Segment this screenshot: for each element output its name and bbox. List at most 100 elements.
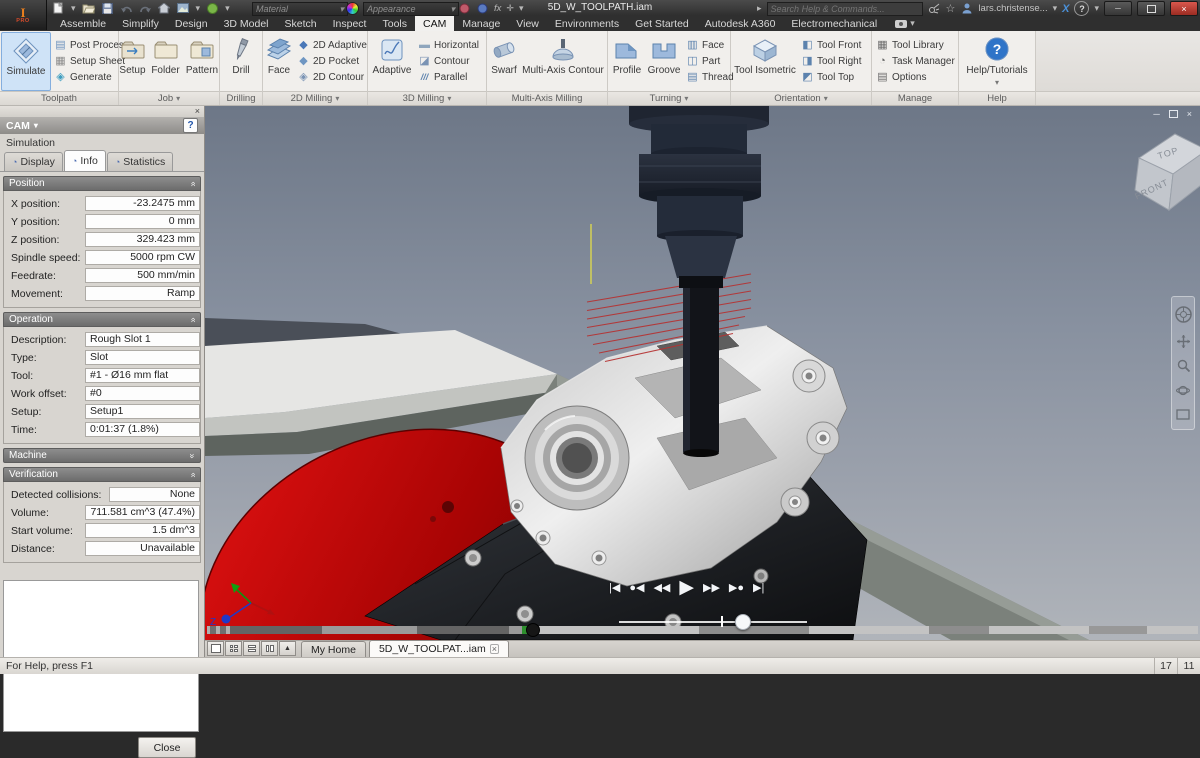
rewind-button[interactable]: ◀◀	[653, 578, 670, 598]
look-at-icon[interactable]	[1176, 409, 1190, 420]
panel-header[interactable]: CAM ▾ ?	[0, 117, 204, 134]
task-manager-button[interactable]: ◔Task Manager	[876, 55, 960, 68]
group-label-3d-milling[interactable]: 3D Milling▾	[368, 91, 486, 105]
open-file-icon[interactable]	[82, 2, 95, 14]
tab-3d-model[interactable]: 3D Model	[216, 16, 277, 31]
2d-adaptive-button[interactable]: ◆2D Adaptive	[297, 39, 367, 52]
simulate-button[interactable]: Simulate	[1, 32, 51, 91]
tab-cam[interactable]: CAM	[415, 16, 454, 31]
setup-sheet-button[interactable]: ▦Setup Sheet	[54, 55, 122, 68]
speed-slider-track[interactable]	[619, 621, 807, 623]
group-label-2d-milling[interactable]: 2D Milling▾	[263, 91, 367, 105]
2d-pocket-button[interactable]: ◆2D Pocket	[297, 55, 367, 68]
doc-close-icon[interactable]: ×	[1187, 109, 1192, 119]
exchange-apps-icon[interactable]: X	[1062, 3, 1069, 15]
render-icon[interactable]	[177, 2, 190, 14]
tab-assemble[interactable]: Assemble	[52, 16, 114, 31]
tool-top-button[interactable]: ◩Tool Top	[801, 71, 871, 84]
color-wheel-icon[interactable]	[346, 2, 359, 14]
panel-help-button[interactable]: ?	[183, 118, 198, 133]
group-label-multi-axis[interactable]: Multi-Axis Milling	[487, 91, 607, 105]
tile-horizontal-button[interactable]	[243, 641, 260, 656]
tab-design[interactable]: Design	[167, 16, 216, 31]
communication-center-icon[interactable]	[928, 3, 941, 15]
section-verification-header[interactable]: Verification »	[3, 467, 201, 482]
multi-axis-contour-button[interactable]: Multi-Axis Contour	[520, 32, 606, 91]
tab-get-started[interactable]: Get Started	[627, 16, 697, 31]
3d-viewport[interactable]: Z	[205, 106, 1200, 640]
tab-simplify[interactable]: Simplify	[114, 16, 167, 31]
tab-display[interactable]: ◔Display	[4, 152, 63, 171]
expander-icon[interactable]: ▸	[757, 3, 762, 14]
parameters-fx-icon[interactable]: fx	[494, 3, 501, 14]
zoom-icon[interactable]	[1177, 359, 1190, 372]
help-tutorials-button[interactable]: ? Help/Tutorials ▾	[961, 32, 1033, 91]
adaptive-3d-button[interactable]: Adaptive	[369, 32, 415, 91]
post-process-button[interactable]: ▤Post Process	[54, 39, 122, 52]
group-label-toolpath[interactable]: Toolpath	[0, 91, 118, 105]
tab-info[interactable]: ◔Info	[64, 150, 106, 171]
previous-operation-button[interactable]: ●◀	[629, 578, 644, 598]
timeline-handle[interactable]	[526, 623, 540, 637]
tab-tools[interactable]: Tools	[374, 16, 415, 31]
turning-face-button[interactable]: ▥Face	[686, 39, 730, 52]
orbit-icon[interactable]	[1176, 384, 1190, 397]
appearance-dropdown[interactable]: Appearance ▾	[363, 2, 459, 16]
group-label-orientation[interactable]: Orientation▾	[731, 91, 871, 105]
turning-part-button[interactable]: ◫Part	[686, 55, 730, 68]
parallel-button[interactable]: ///Parallel	[418, 71, 486, 84]
favorites-star-icon[interactable]: ☆	[946, 2, 956, 15]
view-cube[interactable]: TOP FRONT	[1117, 122, 1200, 214]
doc-restore-icon[interactable]	[1169, 110, 1178, 118]
minimize-button[interactable]: ─	[1104, 1, 1132, 16]
options-button[interactable]: ▤Options	[876, 71, 960, 84]
doc-minimize-icon[interactable]: ─	[1153, 109, 1159, 119]
tab-electromechanical[interactable]: Electromechanical	[783, 16, 885, 31]
simulation-timeline[interactable]	[207, 626, 1198, 634]
group-label-drilling[interactable]: Drilling	[220, 91, 262, 105]
tab-inspect[interactable]: Inspect	[325, 16, 375, 31]
tab-statistics[interactable]: ◔Statistics	[107, 152, 173, 171]
undo-icon[interactable]	[120, 2, 133, 14]
horizontal-button[interactable]: ▬Horizontal	[418, 39, 486, 52]
signed-in-user[interactable]: lars.christense...	[978, 3, 1047, 14]
pattern-button[interactable]: Pattern	[183, 32, 221, 91]
tool-right-button[interactable]: ◨Tool Right	[801, 55, 871, 68]
new-file-icon[interactable]	[52, 2, 65, 14]
tool-isometric-button[interactable]: Tool Isometric	[732, 32, 798, 91]
generate-button[interactable]: ◈Generate	[54, 71, 122, 84]
adjust-red-icon[interactable]	[458, 2, 471, 14]
face-2d-button[interactable]: Face	[264, 32, 294, 91]
cascade-windows-button[interactable]	[207, 641, 224, 656]
swarf-button[interactable]: Swarf	[488, 32, 520, 91]
tab-manage[interactable]: Manage	[454, 16, 508, 31]
tab-sketch[interactable]: Sketch	[277, 16, 325, 31]
screencast-menu[interactable]: ▾	[895, 16, 915, 31]
tile-vertical-button[interactable]	[261, 641, 278, 656]
panel-close-icon[interactable]: ×	[195, 106, 200, 116]
material-ball-icon[interactable]	[206, 2, 219, 14]
tool-front-button[interactable]: ◧Tool Front	[801, 39, 871, 52]
group-label-job[interactable]: Job▾	[119, 91, 219, 105]
profile-button[interactable]: Profile	[609, 32, 645, 91]
pan-icon[interactable]	[1177, 335, 1190, 348]
fast-forward-button[interactable]: ▶▶	[703, 578, 720, 598]
adjust-blue-icon[interactable]	[476, 2, 489, 14]
tab-environments[interactable]: Environments	[547, 16, 627, 31]
section-machine-header[interactable]: Machine »	[3, 448, 201, 463]
panel-grip[interactable]: ×	[0, 106, 204, 117]
tab-autodesk-a360[interactable]: Autodesk A360	[697, 16, 784, 31]
redo-icon[interactable]	[139, 2, 152, 14]
tab-document[interactable]: 5D_W_TOOLPAT...iam ×	[369, 640, 509, 657]
drill-button[interactable]: Drill	[224, 32, 258, 91]
steering-wheel-icon[interactable]	[1175, 306, 1192, 323]
2d-contour-button[interactable]: ◈2D Contour	[297, 71, 367, 84]
save-icon[interactable]	[101, 2, 114, 14]
section-position-header[interactable]: Position »	[3, 176, 201, 191]
group-label-manage[interactable]: Manage	[872, 91, 958, 105]
measure-icon[interactable]: ✛	[506, 3, 514, 14]
expand-tabs-button[interactable]: ▲	[279, 641, 296, 656]
go-to-start-button[interactable]: |◀	[609, 578, 620, 598]
simulation-close-button[interactable]: Close	[138, 737, 196, 758]
folder-button[interactable]: Folder	[150, 32, 181, 91]
